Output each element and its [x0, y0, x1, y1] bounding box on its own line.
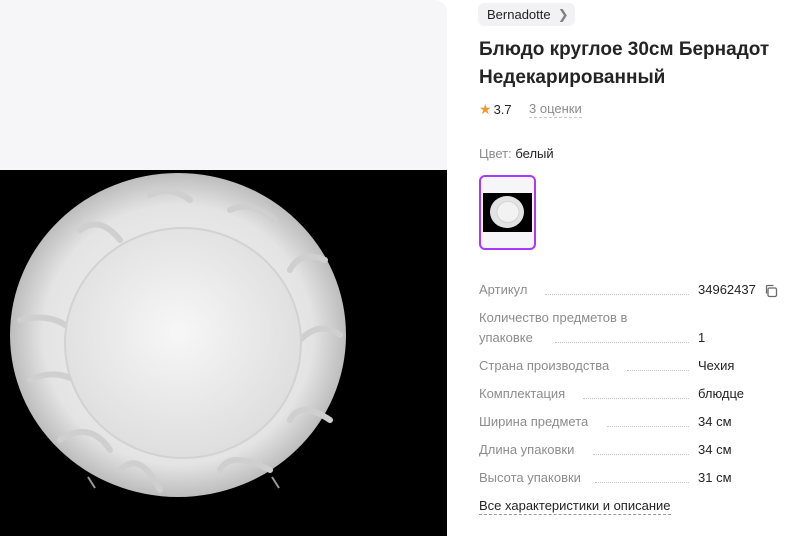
product-title: Блюдо круглое 30см Бернадот Недекарирова…	[479, 36, 794, 92]
brand-label: Bernadotte	[487, 7, 551, 22]
product-photo[interactable]	[0, 170, 447, 536]
product-title-line-1: Блюдо круглое 30см Бернадот	[479, 39, 770, 60]
plate-image	[10, 173, 346, 497]
spec-value: 34 см	[698, 442, 732, 457]
product-rating: ★ 3.7 3 оценки	[479, 100, 582, 118]
spec-divider	[593, 454, 689, 455]
all-specs-link[interactable]: Все характеристики и описание	[479, 497, 671, 515]
spec-divider	[595, 482, 689, 483]
spec-row-package-length: Длина упаковки 34 см	[479, 442, 779, 460]
color-label-text: Цвет:	[479, 146, 512, 161]
copy-icon[interactable]	[764, 284, 778, 298]
spec-divider	[583, 398, 689, 399]
spec-value: 34 см	[698, 414, 732, 429]
color-value: белый	[515, 146, 554, 161]
star-icon: ★	[479, 101, 492, 117]
spec-name: Страна производства	[479, 358, 610, 373]
brand-link[interactable]: Bernadotte ❯	[478, 3, 575, 26]
spec-value: 31 см	[698, 470, 732, 485]
spec-name: Ширина предмета	[479, 414, 589, 429]
spec-name: Высота упаковки	[479, 470, 581, 485]
rating-value: 3.7	[493, 102, 512, 117]
product-title-line-2: Недекарированный	[479, 67, 666, 88]
spec-row-width: Ширина предмета 34 см	[479, 414, 779, 432]
thumbnail-image	[483, 193, 532, 232]
spec-name-line-1: Количество предметов в	[479, 310, 628, 325]
spec-name: Длина упаковки	[479, 442, 575, 457]
spec-row-country: Страна производства Чехия	[479, 358, 779, 376]
chevron-right-icon: ❯	[557, 7, 569, 22]
spec-value: 34962437	[698, 282, 756, 297]
spec-row-quantity: Количество предметов в упаковке 1	[479, 310, 779, 348]
spec-value: блюдце	[698, 386, 745, 401]
reviews-link[interactable]: 3 оценки	[529, 100, 582, 118]
spec-row-kit: Комплектация блюдце	[479, 386, 779, 404]
spec-divider	[627, 370, 689, 371]
spec-divider	[545, 294, 689, 295]
color-label: Цвет: белый	[479, 146, 554, 161]
spec-row-package-height: Высота упаковки 31 см	[479, 470, 779, 488]
spec-name: Артикул	[479, 282, 528, 297]
spec-value: Чехия	[698, 358, 735, 373]
spec-divider	[555, 342, 689, 343]
spec-value: 1	[698, 330, 706, 345]
spec-name: Комплектация	[479, 386, 566, 401]
spec-row-article: Артикул 34962437	[479, 282, 779, 300]
product-gallery[interactable]	[0, 0, 447, 536]
spec-name-line-2: упаковке	[479, 330, 533, 345]
color-option-thumbnail[interactable]	[479, 175, 536, 250]
spec-divider	[607, 426, 689, 427]
